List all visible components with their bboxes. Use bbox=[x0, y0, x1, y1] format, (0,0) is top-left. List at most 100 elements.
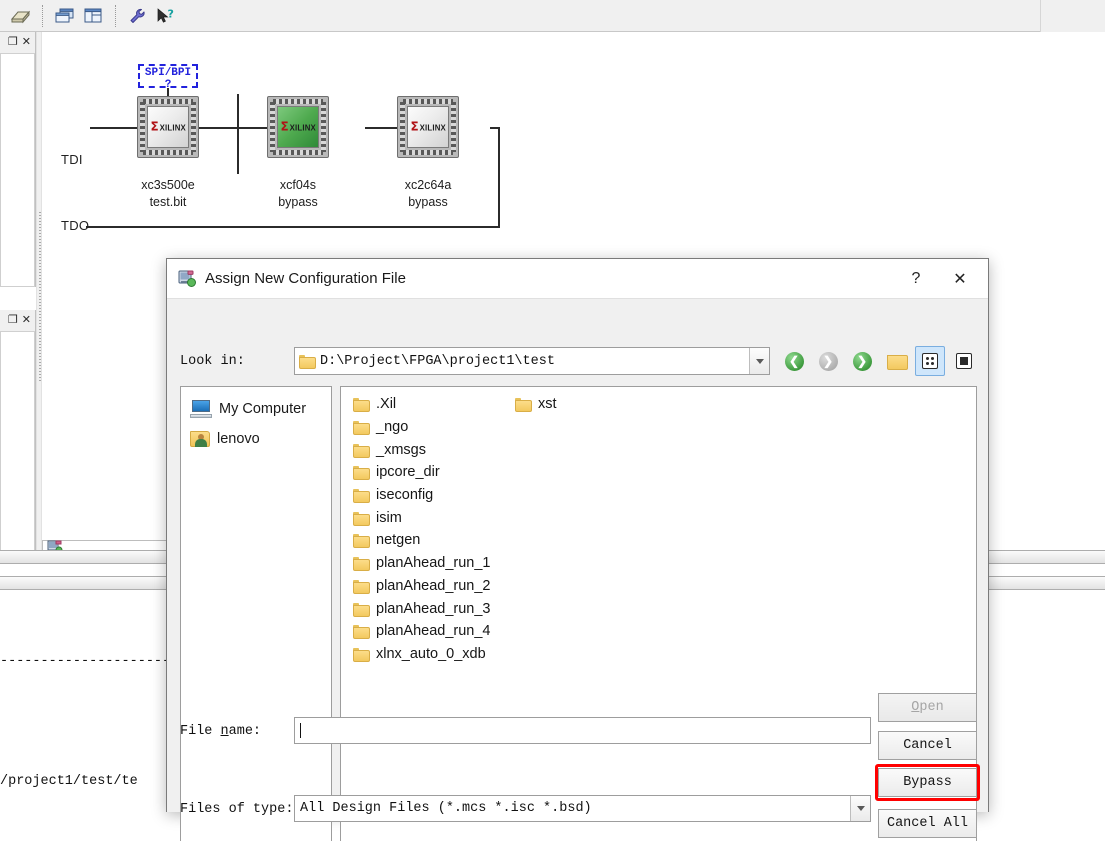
folder-icon bbox=[353, 489, 370, 504]
jtag-device-xcf04s[interactable]: Σ XILINX bbox=[267, 96, 329, 158]
toolbar-group-1 bbox=[0, 2, 40, 30]
device-part-2: xcf04s bbox=[279, 178, 317, 192]
erase-icon[interactable] bbox=[6, 3, 34, 29]
places-sidebar[interactable]: My Computer lenovo bbox=[180, 386, 332, 841]
list-item-label: _ngo bbox=[376, 419, 409, 436]
cascade-windows-icon[interactable] bbox=[51, 3, 79, 29]
list-item[interactable]: xlnx_auto_0_xdb bbox=[349, 643, 495, 666]
list-item[interactable]: xst bbox=[511, 393, 561, 416]
assign-new-configuration-file-dialog: Assign New Configuration File ? ✕ Look i… bbox=[166, 258, 989, 841]
list-item-label: iseconfig bbox=[376, 487, 434, 504]
context-help-icon[interactable]: ? bbox=[152, 3, 180, 29]
chip-pins-right bbox=[191, 102, 196, 152]
device-caption-2: xcf04s bypass bbox=[233, 177, 363, 211]
list-item[interactable]: planAhead_run_4 bbox=[349, 620, 495, 643]
text-caret bbox=[300, 723, 301, 738]
chip-pins-bottom bbox=[403, 150, 453, 155]
back-arrow-icon[interactable]: ❮ bbox=[781, 347, 807, 375]
files-of-type-combobox[interactable]: All Design Files (*.mcs *.isc *.bsd) bbox=[294, 795, 871, 822]
new-folder-icon[interactable] bbox=[883, 347, 909, 375]
place-my-computer[interactable]: My Computer bbox=[181, 394, 331, 424]
file-name-label-mnemonic: n bbox=[220, 724, 229, 739]
list-view-icon[interactable] bbox=[915, 346, 945, 376]
chevron-down-icon[interactable] bbox=[749, 348, 769, 374]
chip-package: Σ XILINX bbox=[267, 96, 329, 158]
list-item-label: xst bbox=[538, 396, 557, 413]
dialog-help-button[interactable]: ? bbox=[894, 264, 938, 294]
open-button[interactable]: Open bbox=[878, 693, 977, 722]
restore-icon[interactable]: ❐ bbox=[8, 37, 18, 48]
restore-icon[interactable]: ❐ bbox=[8, 315, 18, 326]
jtag-device-xc2c64a[interactable]: Σ XILINX bbox=[397, 96, 459, 158]
xilinx-sigma: Σ bbox=[410, 120, 419, 134]
wire-tdo bbox=[86, 226, 500, 228]
close-icon[interactable]: ✕ bbox=[22, 37, 31, 48]
dialog-body: Look in: D:\Project\FPGA\project1\test ❮… bbox=[167, 299, 988, 841]
folder-icon bbox=[353, 534, 370, 549]
list-item-label: planAhead_run_1 bbox=[376, 555, 491, 572]
chip-pins-right bbox=[321, 102, 326, 152]
folder-icon bbox=[353, 625, 370, 640]
toolbar-group-3: ? bbox=[118, 2, 186, 30]
chevron-down-icon[interactable] bbox=[850, 796, 870, 821]
look-in-label: Look in: bbox=[180, 354, 245, 369]
dialog-close-button[interactable]: ✕ bbox=[938, 264, 982, 294]
chip-pins-left bbox=[400, 102, 405, 152]
file-name-label-post: ame: bbox=[228, 724, 262, 739]
list-item[interactable]: netgen bbox=[349, 529, 495, 552]
folder-icon bbox=[515, 398, 532, 413]
list-item-label: ipcore_dir bbox=[376, 464, 440, 481]
file-name-input[interactable] bbox=[294, 717, 871, 744]
wrench-icon[interactable] bbox=[124, 3, 152, 29]
files-of-type-label: Files of type: bbox=[180, 802, 294, 817]
forward-arrow-icon[interactable]: ❯ bbox=[815, 347, 841, 375]
toolbar-separator-2 bbox=[115, 4, 116, 27]
list-view-glyph bbox=[922, 353, 938, 369]
tile-windows-icon[interactable] bbox=[79, 3, 107, 29]
chip-pins-left bbox=[140, 102, 145, 152]
files-of-type-value: All Design Files (*.mcs *.isc *.bsd) bbox=[300, 801, 592, 816]
xilinx-wordmark: XILINX bbox=[159, 122, 186, 132]
spi-bpi-badge-line1: SPI/BPI bbox=[144, 67, 192, 79]
folder-icon bbox=[353, 579, 370, 594]
xilinx-logo-icon: Σ XILINX bbox=[410, 121, 445, 133]
list-item[interactable]: planAhead_run_2 bbox=[349, 575, 495, 598]
place-lenovo[interactable]: lenovo bbox=[181, 424, 331, 454]
list-item[interactable]: _ngo bbox=[349, 416, 495, 439]
main-toolbar: ? bbox=[0, 0, 1105, 32]
look-in-combobox[interactable]: D:\Project\FPGA\project1\test bbox=[294, 347, 770, 375]
list-item[interactable]: planAhead_run_3 bbox=[349, 597, 495, 620]
configuration-file-icon bbox=[178, 270, 196, 287]
folder-icon bbox=[353, 557, 370, 572]
bypass-button[interactable]: Bypass bbox=[878, 768, 977, 797]
list-item[interactable]: isim bbox=[349, 506, 495, 529]
list-item[interactable]: iseconfig bbox=[349, 484, 495, 507]
splitter-grip bbox=[39, 212, 41, 382]
detail-view-icon[interactable] bbox=[951, 347, 977, 375]
dock-panel-bottom-body bbox=[0, 332, 35, 555]
list-item[interactable]: .Xil bbox=[349, 393, 495, 416]
look-in-value: D:\Project\FPGA\project1\test bbox=[320, 353, 555, 369]
spi-bpi-badge[interactable]: SPI/BPI ? bbox=[138, 64, 198, 91]
svg-text:?: ? bbox=[168, 7, 174, 20]
list-item[interactable]: _xmsgs bbox=[349, 438, 495, 461]
parent-directory-icon[interactable]: ❯ bbox=[849, 347, 875, 375]
close-icon[interactable]: ✕ bbox=[22, 315, 31, 326]
chip-pins-top bbox=[143, 99, 193, 104]
back-arrow-glyph: ❮ bbox=[788, 354, 800, 368]
folder-icon bbox=[353, 466, 370, 481]
jtag-device-xc3s500e[interactable]: Σ XILINX bbox=[137, 96, 199, 158]
list-item-label: isim bbox=[376, 509, 402, 526]
list-item-label: planAhead_run_2 bbox=[376, 577, 491, 594]
list-item[interactable]: ipcore_dir bbox=[349, 461, 495, 484]
cancel-button[interactable]: Cancel bbox=[878, 731, 977, 760]
list-item[interactable]: planAhead_run_1 bbox=[349, 552, 495, 575]
forward-arrow-glyph: ❯ bbox=[822, 354, 834, 368]
xilinx-sigma: Σ bbox=[150, 120, 159, 134]
new-folder-glyph bbox=[886, 353, 908, 370]
device-file-2: bypass bbox=[278, 195, 318, 209]
cancel-all-button[interactable]: Cancel All bbox=[878, 809, 977, 838]
forward-arrow-circle: ❯ bbox=[818, 351, 838, 371]
list-item-label: planAhead_run_4 bbox=[376, 623, 491, 640]
open-button-label: pen bbox=[919, 700, 944, 715]
